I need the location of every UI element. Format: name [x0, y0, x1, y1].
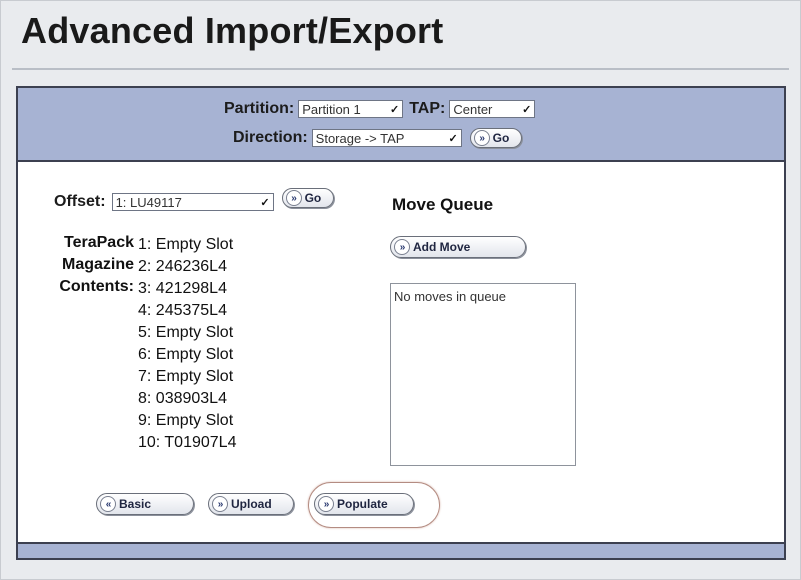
populate-label: Populate	[337, 497, 388, 511]
upload-label: Upload	[231, 497, 272, 511]
double-chevron-right-icon: »	[318, 496, 334, 512]
offset-select[interactable]: 1: LU49117 ✓	[111, 193, 274, 211]
slot-item: 7: Empty Slot	[138, 368, 234, 385]
chevron-down-icon: ✓	[448, 132, 458, 145]
move-queue-empty-text: No moves in queue	[394, 289, 507, 304]
direction-select-value: Storage -> TAP	[315, 130, 405, 146]
partition-select[interactable]: Partition 1 ✓	[298, 100, 404, 118]
direction-go-label: Go	[492, 131, 510, 145]
offset-select-value: 1: LU49117	[115, 194, 182, 210]
direction-go-button[interactable]: » Go	[469, 128, 523, 148]
offset-go-label: Go	[304, 191, 322, 205]
double-chevron-right-icon: »	[473, 130, 490, 146]
slot-item: 5: Empty Slot	[138, 324, 234, 341]
add-move-label: Add Move	[413, 240, 471, 254]
slot-item: 3: 421298L4	[138, 280, 227, 297]
partition-label: Partition:	[224, 100, 295, 117]
offset-go-button[interactable]: » Go	[281, 188, 335, 208]
move-queue-title: Move Queue	[392, 195, 494, 214]
magazine-label-line: Contents:	[59, 278, 134, 295]
offset-row: Offset: 1: LU49117 ✓ » Go	[54, 188, 335, 211]
double-chevron-right-icon: »	[285, 190, 302, 206]
slot-item: 1: Empty Slot	[138, 236, 234, 253]
tap-select[interactable]: Center ✓	[449, 100, 536, 118]
panel-header: Partition: Partition 1 ✓ TAP: Center ✓ D…	[18, 88, 784, 162]
direction-label: Direction:	[233, 129, 308, 146]
partition-select-value: Partition 1	[302, 101, 361, 117]
slot-item: 6: Empty Slot	[138, 346, 234, 363]
tap-select-value: Center	[453, 101, 493, 117]
basic-button[interactable]: « Basic	[96, 493, 194, 515]
partition-tap-row: Partition: Partition 1 ✓ TAP: Center ✓	[224, 100, 541, 118]
chevron-down-icon: ✓	[260, 196, 270, 209]
double-chevron-left-icon: «	[100, 496, 116, 512]
magazine-label-line: Magazine	[61, 256, 134, 273]
slot-item: 9: Empty Slot	[138, 412, 234, 429]
import-export-panel: Partition: Partition 1 ✓ TAP: Center ✓ D…	[16, 86, 786, 560]
basic-label: Basic	[119, 497, 152, 511]
title-divider	[12, 68, 789, 70]
populate-button[interactable]: » Populate	[314, 493, 414, 515]
slot-item: 8: 038903L4	[138, 390, 227, 407]
offset-label: Offset:	[54, 193, 106, 210]
move-queue-list[interactable]: No moves in queue	[390, 283, 576, 466]
add-move-button[interactable]: » Add Move	[390, 236, 526, 258]
direction-row: Direction: Storage -> TAP ✓ » Go	[233, 128, 523, 148]
double-chevron-right-icon: »	[394, 239, 410, 255]
chevron-down-icon: ✓	[522, 103, 532, 116]
upload-button[interactable]: » Upload	[208, 493, 294, 515]
magazine-label-line: TeraPack	[64, 234, 134, 251]
panel-footer	[18, 542, 784, 558]
tap-label: TAP:	[409, 100, 446, 117]
page-title: Advanced Import/Export	[21, 10, 444, 51]
direction-select[interactable]: Storage -> TAP ✓	[311, 129, 462, 147]
chevron-down-icon: ✓	[390, 103, 400, 116]
slot-item: 10: T01907L4	[138, 434, 237, 451]
slot-item: 4: 245375L4	[138, 302, 227, 319]
slot-item: 2: 246236L4	[138, 258, 227, 275]
double-chevron-right-icon: »	[212, 496, 228, 512]
